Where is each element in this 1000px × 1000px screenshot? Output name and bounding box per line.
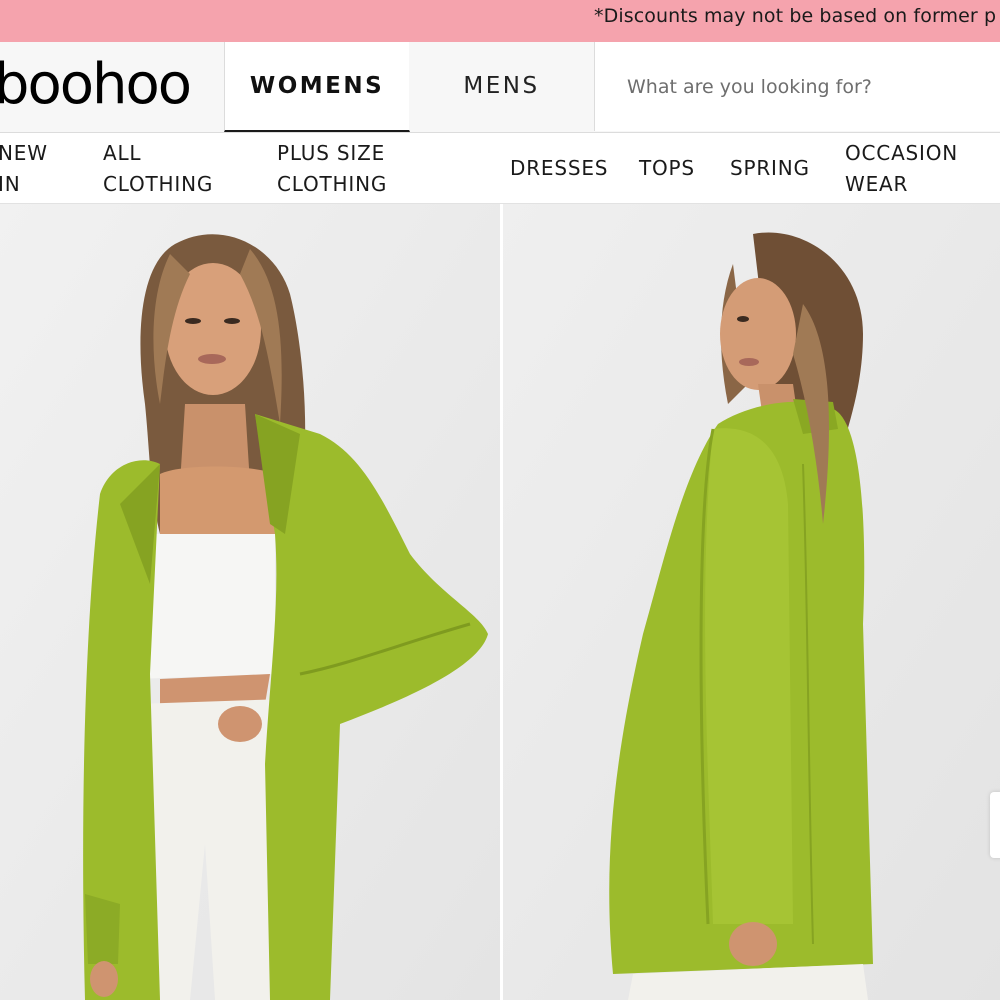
carousel-next-handle[interactable]: [990, 792, 1000, 858]
nav-item-label: WEAR: [845, 172, 909, 196]
search-input[interactable]: [627, 72, 987, 102]
category-nav: NEW IN ALL CLOTHING PLUS SIZE CLOTHING D…: [0, 133, 1000, 204]
nav-item-label: SPRING: [730, 156, 810, 180]
model-front-illustration: [0, 204, 500, 1000]
nav-item-label: OCCASION: [845, 141, 959, 165]
nav-item-label: CLOTHING: [103, 172, 214, 196]
nav-item-occasion-wear[interactable]: OCCASION WEAR: [845, 138, 958, 200]
site-header: boohoo WOMENS MENS: [0, 42, 1000, 133]
nav-item-plus-size-clothing[interactable]: PLUS SIZE CLOTHING: [277, 138, 387, 200]
product-image-front[interactable]: [0, 204, 500, 1000]
nav-item-tops[interactable]: TOPS: [639, 153, 695, 184]
tab-mens[interactable]: MENS: [409, 42, 594, 130]
nav-item-label: CLOTHING: [277, 172, 388, 196]
logo-wordmark: boohoo: [0, 52, 192, 117]
nav-item-dresses[interactable]: DRESSES: [510, 153, 608, 184]
nav-item-label: DRESSES: [510, 156, 609, 180]
nav-item-label: NEW: [0, 141, 48, 165]
nav-item-label: PLUS SIZE: [277, 141, 386, 165]
nav-item-label: IN: [0, 172, 21, 196]
nav-item-spring[interactable]: SPRING: [730, 153, 810, 184]
promo-banner-text: *Discounts may not be based on former p: [594, 5, 997, 27]
nav-item-all-clothing[interactable]: ALL CLOTHING: [103, 138, 213, 200]
tab-womens[interactable]: WOMENS: [224, 42, 410, 132]
model-back-illustration: [503, 204, 1000, 1000]
nav-item-label: TOPS: [639, 156, 695, 180]
search-box[interactable]: [594, 42, 1000, 131]
boohoo-logo[interactable]: boohoo: [0, 42, 224, 132]
promo-banner: *Discounts may not be based on former p: [0, 0, 1000, 42]
nav-item-label: ALL: [103, 141, 142, 165]
nav-item-new-in[interactable]: NEW IN: [0, 138, 48, 200]
product-image-back[interactable]: [503, 204, 1000, 1000]
